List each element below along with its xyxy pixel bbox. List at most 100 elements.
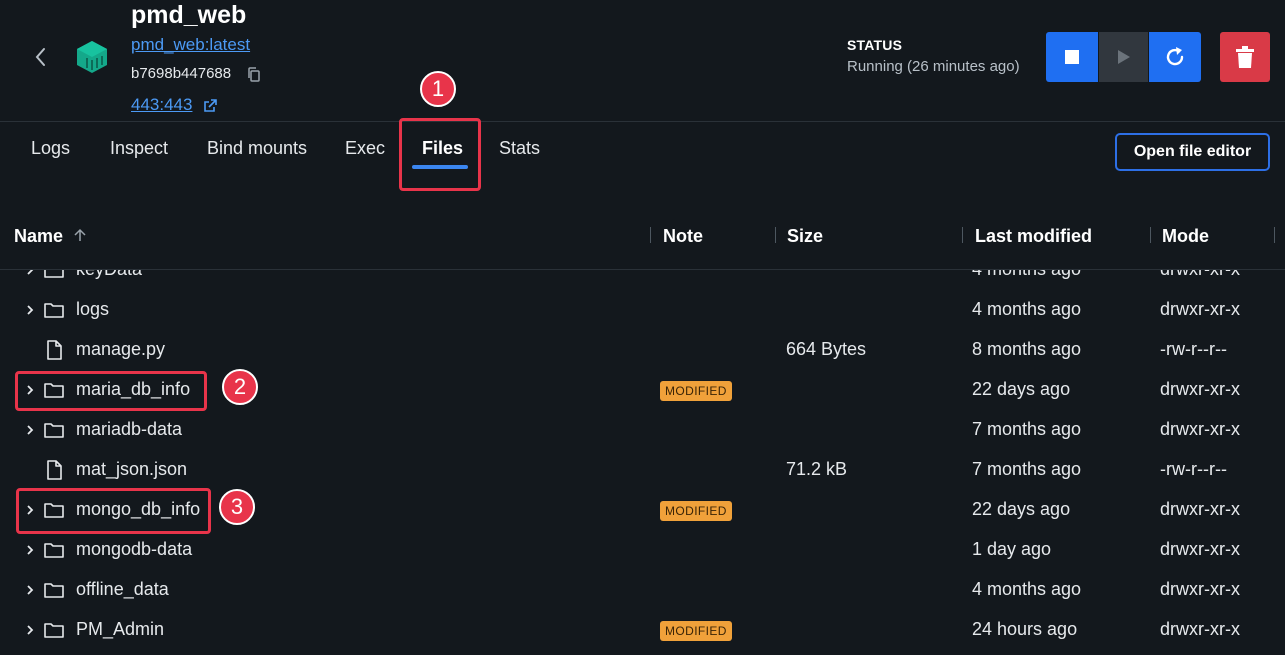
file-name: mongo_db_info: [76, 499, 201, 519]
copy-icon[interactable]: [246, 66, 262, 84]
stop-button[interactable]: [1046, 32, 1098, 82]
file-modified: 22 days ago: [972, 379, 1071, 399]
annotation-number-2: 2: [222, 369, 258, 405]
file-mode: -rw-r--r--: [1160, 459, 1227, 479]
file-modified: 4 months ago: [972, 299, 1082, 319]
chevron-left-icon: [35, 48, 45, 66]
tab-exec[interactable]: Exec: [345, 138, 385, 159]
table-row[interactable]: keyData 4 months ago drwxr-xr-x: [0, 270, 1285, 290]
file-name: keyData: [76, 270, 142, 280]
table-header: Name Note Size Last modified Mode: [0, 212, 1285, 270]
table-row[interactable]: logs 4 months ago drwxr-xr-x: [0, 290, 1285, 330]
column-divider[interactable]: [962, 227, 963, 243]
file-name: mongodb-data: [76, 539, 193, 559]
sort-ascending-icon[interactable]: [72, 227, 88, 243]
chevron-right-icon[interactable]: [24, 270, 36, 277]
file-modified: 1 day ago: [972, 539, 1052, 559]
file-mode: drwxr-xr-x: [1160, 419, 1240, 439]
container-title: pmd_web: [131, 1, 247, 29]
tab-stats[interactable]: Stats: [499, 138, 540, 159]
tab-inspect[interactable]: Inspect: [110, 138, 168, 159]
folder-icon: [44, 270, 64, 278]
file-modified: 4 months ago: [972, 579, 1082, 599]
table-row[interactable]: mat_json.json 71.2 kB 7 months ago -rw-r…: [0, 450, 1285, 490]
file-mode: drwxr-xr-x: [1160, 270, 1240, 280]
modified-badge: MODIFIED: [660, 621, 732, 641]
file-modified: 8 months ago: [972, 339, 1082, 359]
file-mode: drwxr-xr-x: [1160, 619, 1240, 639]
file-name: logs: [76, 299, 110, 319]
chevron-right-icon[interactable]: [24, 623, 36, 637]
image-link[interactable]: pmd_web:latest: [131, 35, 250, 55]
table-row[interactable]: offline_data 4 months ago drwxr-xr-x: [0, 570, 1285, 610]
file-icon: [47, 460, 62, 480]
file-modified: 22 days ago: [972, 499, 1071, 519]
trash-icon: [1236, 46, 1254, 68]
column-note[interactable]: Note: [663, 226, 703, 247]
container-actions: [1046, 32, 1201, 82]
restart-button[interactable]: [1149, 32, 1201, 82]
tab-logs[interactable]: Logs: [31, 138, 70, 159]
column-name[interactable]: Name: [14, 226, 63, 247]
chevron-right-icon[interactable]: [24, 383, 36, 397]
file-name: manage.py: [76, 339, 166, 359]
active-tab-indicator: [412, 165, 468, 169]
file-modified: 24 hours ago: [972, 619, 1078, 639]
folder-icon: [44, 503, 64, 518]
column-size[interactable]: Size: [787, 226, 823, 247]
file-mode: drwxr-xr-x: [1160, 379, 1240, 399]
chevron-right-icon[interactable]: [24, 543, 36, 557]
play-icon: [1118, 50, 1131, 64]
chevron-right-icon[interactable]: [24, 503, 36, 517]
table-row[interactable]: mongodb-data 1 day ago drwxr-xr-x: [0, 530, 1285, 570]
file-mode: drwxr-xr-x: [1160, 499, 1240, 519]
docker-container-files-view: pmd_web pmd_web:latest b7698b447688 443:…: [0, 0, 1285, 655]
column-last-modified[interactable]: Last modified: [975, 226, 1092, 247]
file-name: maria_db_info: [76, 379, 191, 399]
tab-bind-mounts[interactable]: Bind mounts: [207, 138, 307, 159]
chevron-right-icon[interactable]: [24, 423, 36, 437]
chevron-right-icon[interactable]: [24, 303, 36, 317]
folder-icon: [44, 623, 64, 638]
chevron-right-icon[interactable]: [24, 583, 36, 597]
column-divider[interactable]: [1150, 227, 1151, 243]
file-mode: drwxr-xr-x: [1160, 579, 1240, 599]
start-button[interactable]: [1097, 32, 1150, 82]
file-name: mariadb-data: [76, 419, 183, 439]
file-size: 71.2 kB: [786, 459, 848, 479]
container-header: pmd_web pmd_web:latest b7698b447688 443:…: [0, 0, 1285, 122]
file-icon: [47, 340, 62, 360]
file-modified: 7 months ago: [972, 459, 1082, 479]
table-row[interactable]: manage.py 664 Bytes 8 months ago -rw-r--…: [0, 330, 1285, 370]
folder-icon: [44, 303, 64, 318]
column-mode[interactable]: Mode: [1162, 226, 1209, 247]
column-divider[interactable]: [775, 227, 776, 243]
open-file-editor-button[interactable]: Open file editor: [1115, 133, 1270, 171]
status-value: Running (26 minutes ago): [847, 58, 1020, 75]
folder-icon: [44, 583, 64, 598]
status-label: STATUS: [847, 37, 903, 53]
table-row[interactable]: mongo_db_info MODIFIED 22 days ago drwxr…: [0, 490, 1285, 530]
modified-badge: MODIFIED: [660, 501, 732, 521]
port-link[interactable]: 443:443: [131, 95, 192, 115]
file-size: 664 Bytes: [786, 339, 867, 359]
column-divider[interactable]: [1274, 227, 1275, 243]
table-row[interactable]: maria_db_info MODIFIED 22 days ago drwxr…: [0, 370, 1285, 410]
file-name: mat_json.json: [76, 459, 188, 479]
file-name: offline_data: [76, 579, 169, 599]
annotation-number-3: 3: [219, 489, 255, 525]
column-divider[interactable]: [650, 227, 651, 243]
file-modified: 7 months ago: [972, 419, 1082, 439]
file-list: keyData 4 months ago drwxr-xr-x logs 4 m…: [0, 270, 1285, 655]
tab-bar: Logs Inspect Bind mounts Exec Files Stat…: [0, 123, 1285, 175]
table-row[interactable]: mariadb-data 7 months ago drwxr-xr-x: [0, 410, 1285, 450]
external-link-icon[interactable]: [202, 98, 218, 114]
file-modified: 4 months ago: [972, 270, 1081, 280]
table-row[interactable]: PM_Admin MODIFIED 24 hours ago drwxr-xr-…: [0, 610, 1285, 650]
back-button[interactable]: [30, 43, 52, 71]
delete-button[interactable]: [1220, 32, 1270, 82]
tab-files[interactable]: Files: [422, 138, 463, 159]
restart-icon: [1166, 47, 1184, 66]
file-name: PM_Admin: [76, 619, 165, 639]
container-id: b7698b447688: [131, 65, 232, 82]
